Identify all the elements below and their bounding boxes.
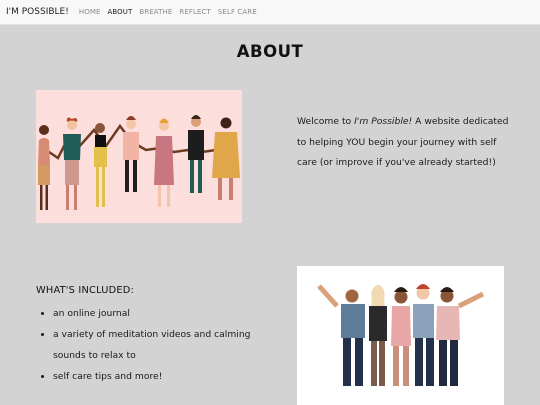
nav-menu: HOME ABOUT BREATHE REFLECT SELF CARE bbox=[79, 8, 257, 16]
intro-brand-name: I'm Possible! bbox=[354, 116, 413, 127]
nav-home[interactable]: HOME bbox=[79, 8, 101, 16]
list-item: an online journal bbox=[53, 303, 253, 324]
nav-self-care[interactable]: SELF CARE bbox=[218, 8, 257, 16]
page-title: ABOUT bbox=[236, 42, 304, 61]
list-item: self care tips and more! bbox=[53, 366, 253, 387]
friends-hugging-art bbox=[317, 284, 485, 386]
friends-hugging-illustration bbox=[297, 266, 504, 405]
whats-included-list: an online journal a variety of meditatio… bbox=[36, 303, 253, 387]
brand-link[interactable]: I'M POSSIBLE! bbox=[6, 7, 69, 17]
people-holding-hands-art bbox=[38, 115, 240, 210]
list-item: a variety of meditation videos and calmi… bbox=[53, 324, 253, 366]
nav-breathe[interactable]: BREATHE bbox=[139, 8, 172, 16]
nav-reflect[interactable]: REFLECT bbox=[179, 8, 211, 16]
nav-about[interactable]: ABOUT bbox=[107, 8, 132, 16]
intro-prefix: Welcome to bbox=[297, 116, 355, 127]
people-holding-hands-illustration bbox=[36, 90, 242, 223]
whats-included-heading: WHAT'S INCLUDED: bbox=[36, 285, 134, 296]
intro-paragraph: Welcome to I'm Possible! A website dedic… bbox=[297, 112, 517, 174]
top-navbar: I'M POSSIBLE! HOME ABOUT BREATHE REFLECT… bbox=[0, 0, 540, 25]
